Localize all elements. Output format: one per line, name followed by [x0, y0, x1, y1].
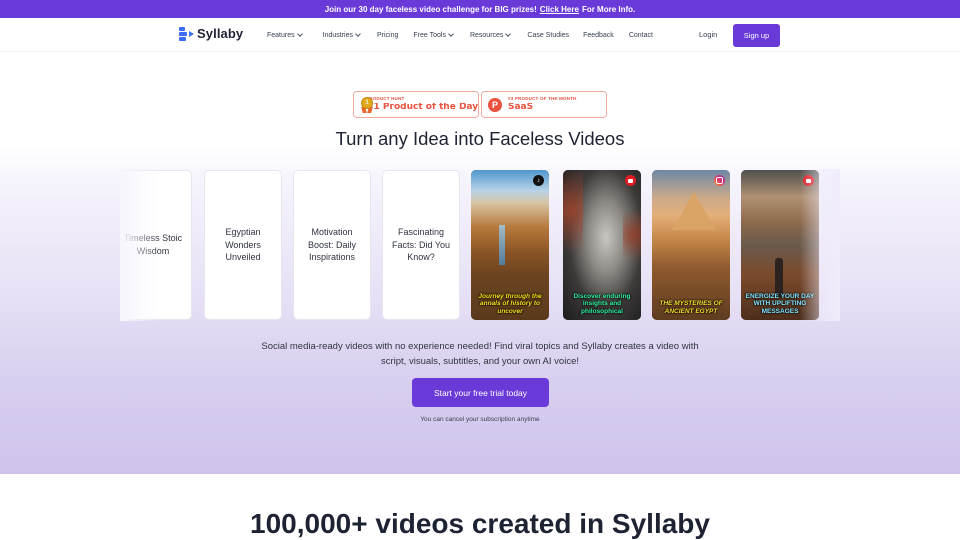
stats-title: 100,000+ videos created in Syllaby: [250, 508, 710, 539]
video-card[interactable]: ♪ Journey through the annals of history …: [471, 170, 549, 320]
promo-suffix: For More Info.: [581, 4, 636, 14]
nav-features-label: Features: [267, 31, 295, 39]
badge-title: #1 Product of the Day: [366, 103, 479, 113]
product-hunt-day-badge[interactable]: 1 PRODUCT HUNT #1 Product of the Day: [353, 91, 479, 118]
youtube-icon: [625, 175, 636, 186]
nav-industries-label: Industries: [322, 31, 353, 39]
hero-section: 1 PRODUCT HUNT #1 Product of the Day P #…: [0, 53, 960, 474]
topic-card[interactable]: Motivation Boost: Daily Inspirations: [293, 170, 371, 320]
badge-title: SaaS: [508, 103, 534, 113]
nav-free-tools-label: Free Tools: [413, 31, 446, 39]
promo-banner: Join our 30 day faceless video challenge…: [0, 0, 960, 18]
topic-card[interactable]: Timeless Stoic Wisdom: [120, 170, 192, 320]
video-caption: ENERGIZE YOUR DAY WITH UPLIFTING MESSAGE…: [745, 292, 815, 316]
tiktok-icon: ♪: [533, 175, 544, 186]
hero-description: Social media-ready videos with no experi…: [261, 341, 699, 367]
chevron-down-icon: [448, 31, 454, 37]
nav-resources-label: Resources: [469, 31, 504, 39]
promo-click-here-link[interactable]: Click Here: [540, 5, 579, 14]
badge-subtitle: #3 PRODUCT OF THE MONTH: [508, 95, 577, 101]
nav-case-studies[interactable]: Case Studies: [527, 32, 569, 39]
chevron-down-icon: [296, 31, 303, 37]
nav-features[interactable]: Features: [267, 31, 303, 39]
nav-free-tools[interactable]: Free Tools: [413, 31, 454, 39]
video-card[interactable]: THE MYSTERIES OF ANCIENT EGYPT: [652, 170, 730, 320]
promo-text: Join our 30 day faceless video challenge…: [324, 4, 537, 14]
nav-resources[interactable]: Resources: [469, 31, 512, 39]
nav-industries[interactable]: Industries: [322, 31, 361, 39]
topic-card[interactable]: Egyptian Wonders Unveiled: [204, 170, 282, 320]
video-caption: THE MYSTERIES OF ANCIENT EGYPT: [659, 300, 723, 316]
nav-contact[interactable]: Contact: [629, 32, 653, 39]
syllaby-logo-icon: [179, 26, 194, 41]
badge-subtitle: PRODUCT HUNT: [366, 95, 405, 101]
video-carousel[interactable]: Timeless Stoic Wisdom Egyptian Wonders U…: [120, 169, 840, 321]
instagram-icon: [714, 175, 725, 186]
product-hunt-month-badge[interactable]: P #3 PRODUCT OF THE MONTH SaaS: [481, 91, 607, 118]
hero-title: Turn any Idea into Faceless Videos: [335, 128, 625, 149]
brand-name: Syllaby: [197, 26, 244, 41]
brand-logo[interactable]: Syllaby: [179, 26, 243, 41]
cancel-note: You can cancel your subscription anytime: [420, 416, 540, 423]
video-thumbnail: [652, 170, 730, 320]
navbar: Syllaby Features Industries Pricing Free…: [0, 18, 960, 52]
video-caption: Journey through the annals of history to…: [478, 292, 542, 316]
start-free-trial-button[interactable]: Start your free trial today: [412, 378, 549, 407]
youtube-icon: [803, 175, 814, 186]
topic-card-label: Fascinating Facts: Did You Know?: [391, 227, 451, 263]
product-hunt-icon: P: [488, 97, 502, 112]
topic-card-label: Egyptian Wonders Unveiled: [225, 227, 261, 263]
video-caption: Discover enduring insights and philosoph…: [573, 292, 631, 316]
chevron-down-icon: [355, 31, 361, 37]
login-link[interactable]: Login: [699, 30, 717, 39]
nav-feedback[interactable]: Feedback: [583, 32, 614, 39]
video-card[interactable]: Discover enduring insights and philosoph…: [563, 170, 641, 320]
chevron-down-icon: [505, 31, 512, 37]
nav-feedback-label: Feedback: [583, 31, 614, 39]
topic-card[interactable]: Fascinating Facts: Did You Know?: [382, 170, 460, 320]
nav-contact-label: Contact: [628, 31, 653, 39]
signup-button[interactable]: Sign up: [733, 24, 780, 47]
video-card[interactable]: ENERGIZE YOUR DAY WITH UPLIFTING MESSAGE…: [741, 170, 819, 320]
nav-pricing[interactable]: Pricing: [377, 32, 398, 39]
nav-pricing-label: Pricing: [376, 31, 399, 39]
nav-case-studies-label: Case Studies: [527, 31, 570, 39]
nav-links: Features Industries Pricing Free Tools R…: [267, 18, 653, 52]
topic-card-label: Motivation Boost: Daily Inspirations: [307, 227, 357, 263]
topic-card-label: Timeless Stoic Wisdom: [123, 233, 183, 256]
